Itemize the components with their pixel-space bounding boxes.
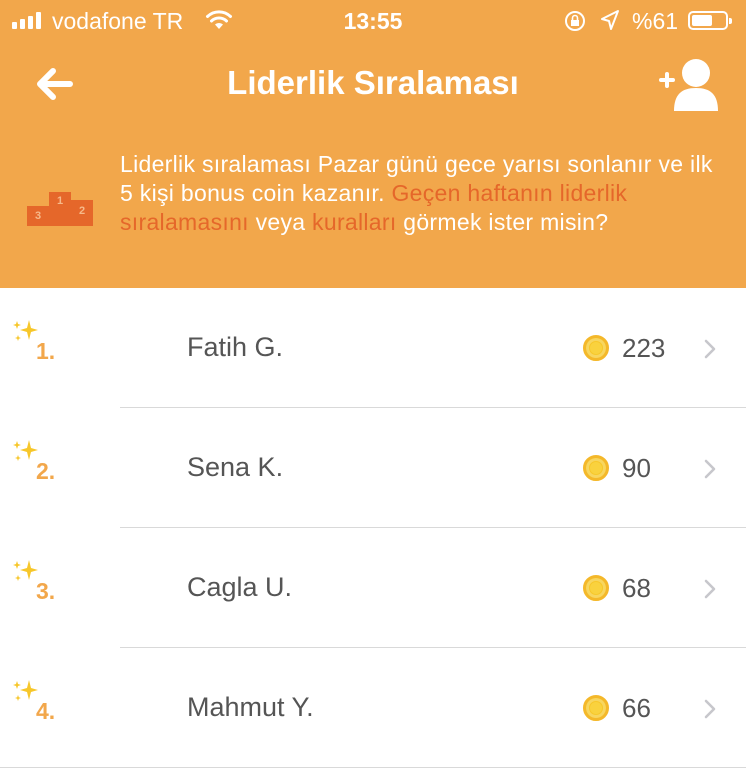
player-score: 90 xyxy=(622,453,651,483)
header: vodafone TR 13:55 %61 Liderlik Sıralamas… xyxy=(0,0,746,288)
battery-level xyxy=(692,15,712,26)
coin-icon xyxy=(583,455,609,481)
coin-icon xyxy=(583,575,609,601)
rank-number: 3. xyxy=(36,578,56,604)
sparkle-icon xyxy=(13,440,38,461)
player-name: Sena K. xyxy=(187,452,284,482)
player-name: Mahmut Y. xyxy=(187,692,314,722)
chevron-right-icon xyxy=(704,459,716,479)
battery-percentage: %61 xyxy=(632,8,679,34)
coin-icon xyxy=(583,335,609,361)
battery-icon xyxy=(688,11,732,30)
status-bar: vodafone TR 13:55 %61 xyxy=(0,0,746,42)
player-name: Cagla U. xyxy=(187,572,293,602)
chevron-right-icon xyxy=(704,699,716,719)
rank-number: 1. xyxy=(36,338,56,364)
podium-icon: 1 2 3 xyxy=(27,192,93,226)
rules-link[interactable]: kuralları xyxy=(312,209,397,235)
row-divider xyxy=(0,767,746,768)
player-score: 68 xyxy=(622,573,651,603)
info-text-part2: veya xyxy=(248,209,313,235)
podium-label-3: 3 xyxy=(35,210,41,222)
page-title: Liderlik Sıralaması xyxy=(227,64,519,101)
leaderboard-row-2[interactable]: 2. Sena K. 90 xyxy=(0,408,746,528)
player-name: Fatih G. xyxy=(187,332,284,362)
chevron-right-icon xyxy=(704,339,716,359)
podium-label-2: 2 xyxy=(79,205,85,217)
rank-number: 4. xyxy=(36,698,56,724)
coin-icon xyxy=(583,695,609,721)
sparkle-icon xyxy=(13,560,38,581)
leaderboard-list: 1. Fatih G. 223 2. Sena K. 90 3. Cagla U… xyxy=(0,288,746,768)
battery-nub xyxy=(729,18,732,24)
rank-number: 2. xyxy=(36,458,56,484)
leaderboard-info-text: Liderlik sıralaması Pazar günü gece yarı… xyxy=(120,150,720,237)
podium-label-1: 1 xyxy=(57,195,63,207)
leaderboard-row-4[interactable]: 4. Mahmut Y. 66 xyxy=(0,648,746,768)
add-user-icon xyxy=(659,59,718,111)
leaderboard-row-3[interactable]: 3. Cagla U. 68 xyxy=(0,528,746,648)
sparkle-icon xyxy=(13,320,38,341)
rotation-lock-icon xyxy=(565,11,585,31)
sparkle-icon xyxy=(13,680,38,701)
chevron-right-icon xyxy=(704,579,716,599)
info-text-part3: görmek ister misin? xyxy=(396,209,609,235)
player-score: 66 xyxy=(622,693,651,723)
leaderboard-row-1[interactable]: 1. Fatih G. 223 xyxy=(0,288,746,408)
player-score: 223 xyxy=(622,333,666,363)
add-friend-button[interactable] xyxy=(652,56,724,114)
location-arrow-icon xyxy=(601,10,619,30)
